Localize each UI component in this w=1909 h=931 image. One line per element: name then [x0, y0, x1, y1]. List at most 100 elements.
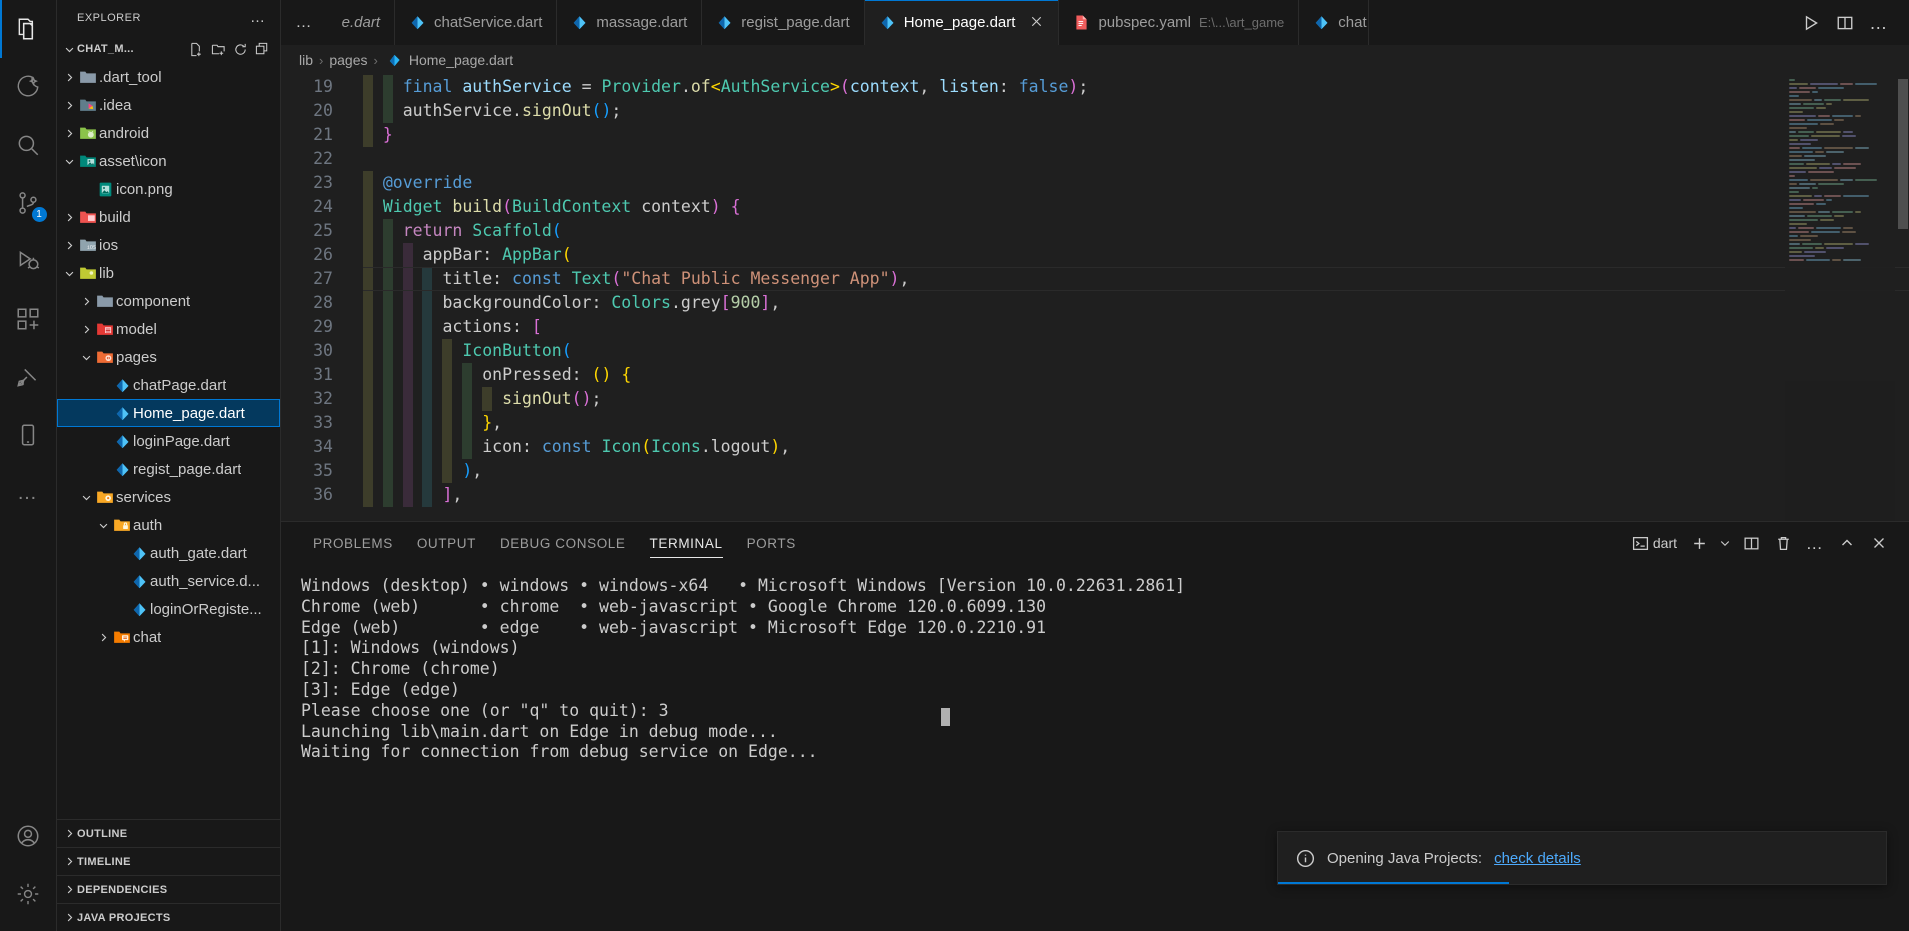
tree-item[interactable]: asset\icon [57, 147, 280, 175]
panel-tab-problems[interactable]: PROBLEMS [301, 522, 405, 564]
settings-gear-icon[interactable] [0, 865, 57, 923]
collapse-all-icon[interactable] [252, 39, 272, 59]
more-views-icon[interactable]: … [0, 464, 57, 522]
maximize-panel-icon[interactable] [1833, 528, 1861, 558]
editor-scrollbar-thumb[interactable] [1898, 79, 1908, 229]
code-lines[interactable]: 19 final authService = Provider.of<AuthS… [281, 75, 1909, 521]
refresh-icon[interactable] [230, 39, 250, 59]
split-terminal-icon[interactable] [1737, 528, 1765, 558]
code-line[interactable]: 23 @override [281, 171, 1909, 195]
code-line[interactable]: 21 } [281, 123, 1909, 147]
new-file-icon[interactable] [186, 39, 206, 59]
notification-link[interactable]: check details [1494, 850, 1581, 867]
code-line[interactable]: 19 final authService = Provider.of<AuthS… [281, 75, 1909, 99]
editor-tab[interactable]: regist_page.dart [702, 0, 865, 45]
code-line[interactable]: 20 authService.signOut(); [281, 99, 1909, 123]
tree-item[interactable]: Home_page.dart [57, 399, 280, 427]
tree-item[interactable]: component [57, 287, 280, 315]
sidebar-section-outline[interactable]: OUTLINE [57, 819, 280, 847]
editor-tab[interactable]: chat [1299, 0, 1370, 45]
terminal-shell-selector[interactable]: dart [1628, 528, 1681, 558]
code-line[interactable]: 34 icon: const Icon(Icons.logout), [281, 435, 1909, 459]
tree-item[interactable]: auth [57, 511, 280, 539]
tree-item[interactable]: iOS ios [57, 231, 280, 259]
tree-item[interactable]: pages [57, 343, 280, 371]
testing-icon[interactable] [0, 348, 57, 406]
chevron-right-icon[interactable] [78, 296, 94, 307]
breadcrumb-item-lib[interactable]: lib [299, 52, 313, 68]
tree-item[interactable]: chatPage.dart [57, 371, 280, 399]
panel-tab-output[interactable]: OUTPUT [405, 522, 488, 564]
editor-scrollbar[interactable] [1895, 75, 1909, 521]
tree-item[interactable]: loginPage.dart [57, 427, 280, 455]
tree-item[interactable]: icon.png [57, 175, 280, 203]
chevron-down-icon[interactable] [61, 41, 77, 57]
extensions-icon[interactable] [0, 290, 57, 348]
code-line[interactable]: 27 title: const Text("Chat Public Messen… [281, 267, 1909, 291]
tree-item[interactable]: lib [57, 259, 280, 287]
code-line[interactable]: 31 onPressed: () { [281, 363, 1909, 387]
chevron-down-icon[interactable] [61, 156, 77, 167]
editor-tab[interactable]: chatService.dart [395, 0, 558, 45]
code-line[interactable]: 25 return Scaffold( [281, 219, 1909, 243]
code-line[interactable]: 36 ], [281, 483, 1909, 507]
run-play-icon[interactable] [1795, 7, 1827, 39]
sidebar-section-java-projects[interactable]: JAVA PROJECTS [57, 903, 280, 931]
tree-item[interactable]: .dart_tool [57, 63, 280, 91]
chevron-right-icon[interactable] [78, 324, 94, 335]
code-line[interactable]: 35 ), [281, 459, 1909, 483]
terminal-dropdown-icon[interactable] [1717, 528, 1733, 558]
code-line[interactable]: 28 backgroundColor: Colors.grey[900], [281, 291, 1909, 315]
chevron-down-icon[interactable] [78, 352, 94, 363]
code-editor[interactable]: 19 final authService = Provider.of<AuthS… [281, 75, 1909, 521]
tree-item[interactable]: build [57, 203, 280, 231]
tabs-overflow-icon[interactable]: … [281, 0, 327, 45]
tree-item[interactable]: .idea [57, 91, 280, 119]
panel-tab-debug-console[interactable]: DEBUG CONSOLE [488, 522, 638, 564]
tree-item[interactable]: model [57, 315, 280, 343]
code-line[interactable]: 22 [281, 147, 1909, 171]
breadcrumb-item-pages[interactable]: pages [329, 52, 367, 68]
split-editor-icon[interactable] [1829, 7, 1861, 39]
code-line[interactable]: 26 appBar: AppBar( [281, 243, 1909, 267]
editor-tab[interactable]: Home_page.dart [864, 0, 1060, 45]
chevron-right-icon[interactable] [61, 72, 77, 83]
accounts-icon[interactable] [0, 807, 57, 865]
chevron-right-icon[interactable] [61, 910, 77, 926]
tree-item[interactable]: auth_service.d... [57, 567, 280, 595]
code-line[interactable]: 32 signOut(); [281, 387, 1909, 411]
sidebar-more-actions-icon[interactable]: … [250, 9, 272, 26]
tree-item[interactable]: regist_page.dart [57, 455, 280, 483]
breadcrumb-item-file[interactable]: Home_page.dart [409, 52, 513, 68]
kill-terminal-trash-icon[interactable] [1769, 528, 1797, 558]
code-line[interactable]: 24 Widget build(BuildContext context) { [281, 195, 1909, 219]
chevron-down-icon[interactable] [95, 520, 111, 531]
new-terminal-plus-icon[interactable] [1685, 528, 1713, 558]
explorer-root-row[interactable]: CHAT_M... [57, 35, 280, 63]
chevron-right-icon[interactable] [95, 632, 111, 643]
tree-item[interactable]: loginOrRegiste... [57, 595, 280, 623]
source-control-icon[interactable]: 1 [0, 174, 57, 232]
chevron-right-icon[interactable] [61, 240, 77, 251]
panel-tab-ports[interactable]: PORTS [735, 522, 808, 564]
notification-toast[interactable]: Opening Java Projects: check details [1277, 831, 1887, 885]
close-panel-icon[interactable] [1865, 528, 1893, 558]
tree-item[interactable]: chat [57, 623, 280, 651]
code-line[interactable]: 30 IconButton( [281, 339, 1909, 363]
editor-tab[interactable]: pubspec.yaml E:\...\art_game [1059, 0, 1300, 45]
tree-item[interactable]: services [57, 483, 280, 511]
tree-item[interactable]: android [57, 119, 280, 147]
search-icon[interactable] [0, 116, 57, 174]
chevron-right-icon[interactable] [61, 128, 77, 139]
chevron-right-icon[interactable] [61, 100, 77, 111]
close-icon[interactable] [1029, 14, 1044, 32]
chevron-right-icon[interactable] [61, 854, 77, 870]
github-copilot-icon[interactable] [0, 58, 57, 116]
chevron-right-icon[interactable] [61, 212, 77, 223]
code-line[interactable]: 33 }, [281, 411, 1909, 435]
chevron-right-icon[interactable] [61, 826, 77, 842]
explorer-icon[interactable] [0, 0, 57, 58]
code-line[interactable]: 29 actions: [ [281, 315, 1909, 339]
sidebar-section-timeline[interactable]: TIMELINE [57, 847, 280, 875]
more-actions-icon[interactable]: … [1863, 7, 1895, 39]
